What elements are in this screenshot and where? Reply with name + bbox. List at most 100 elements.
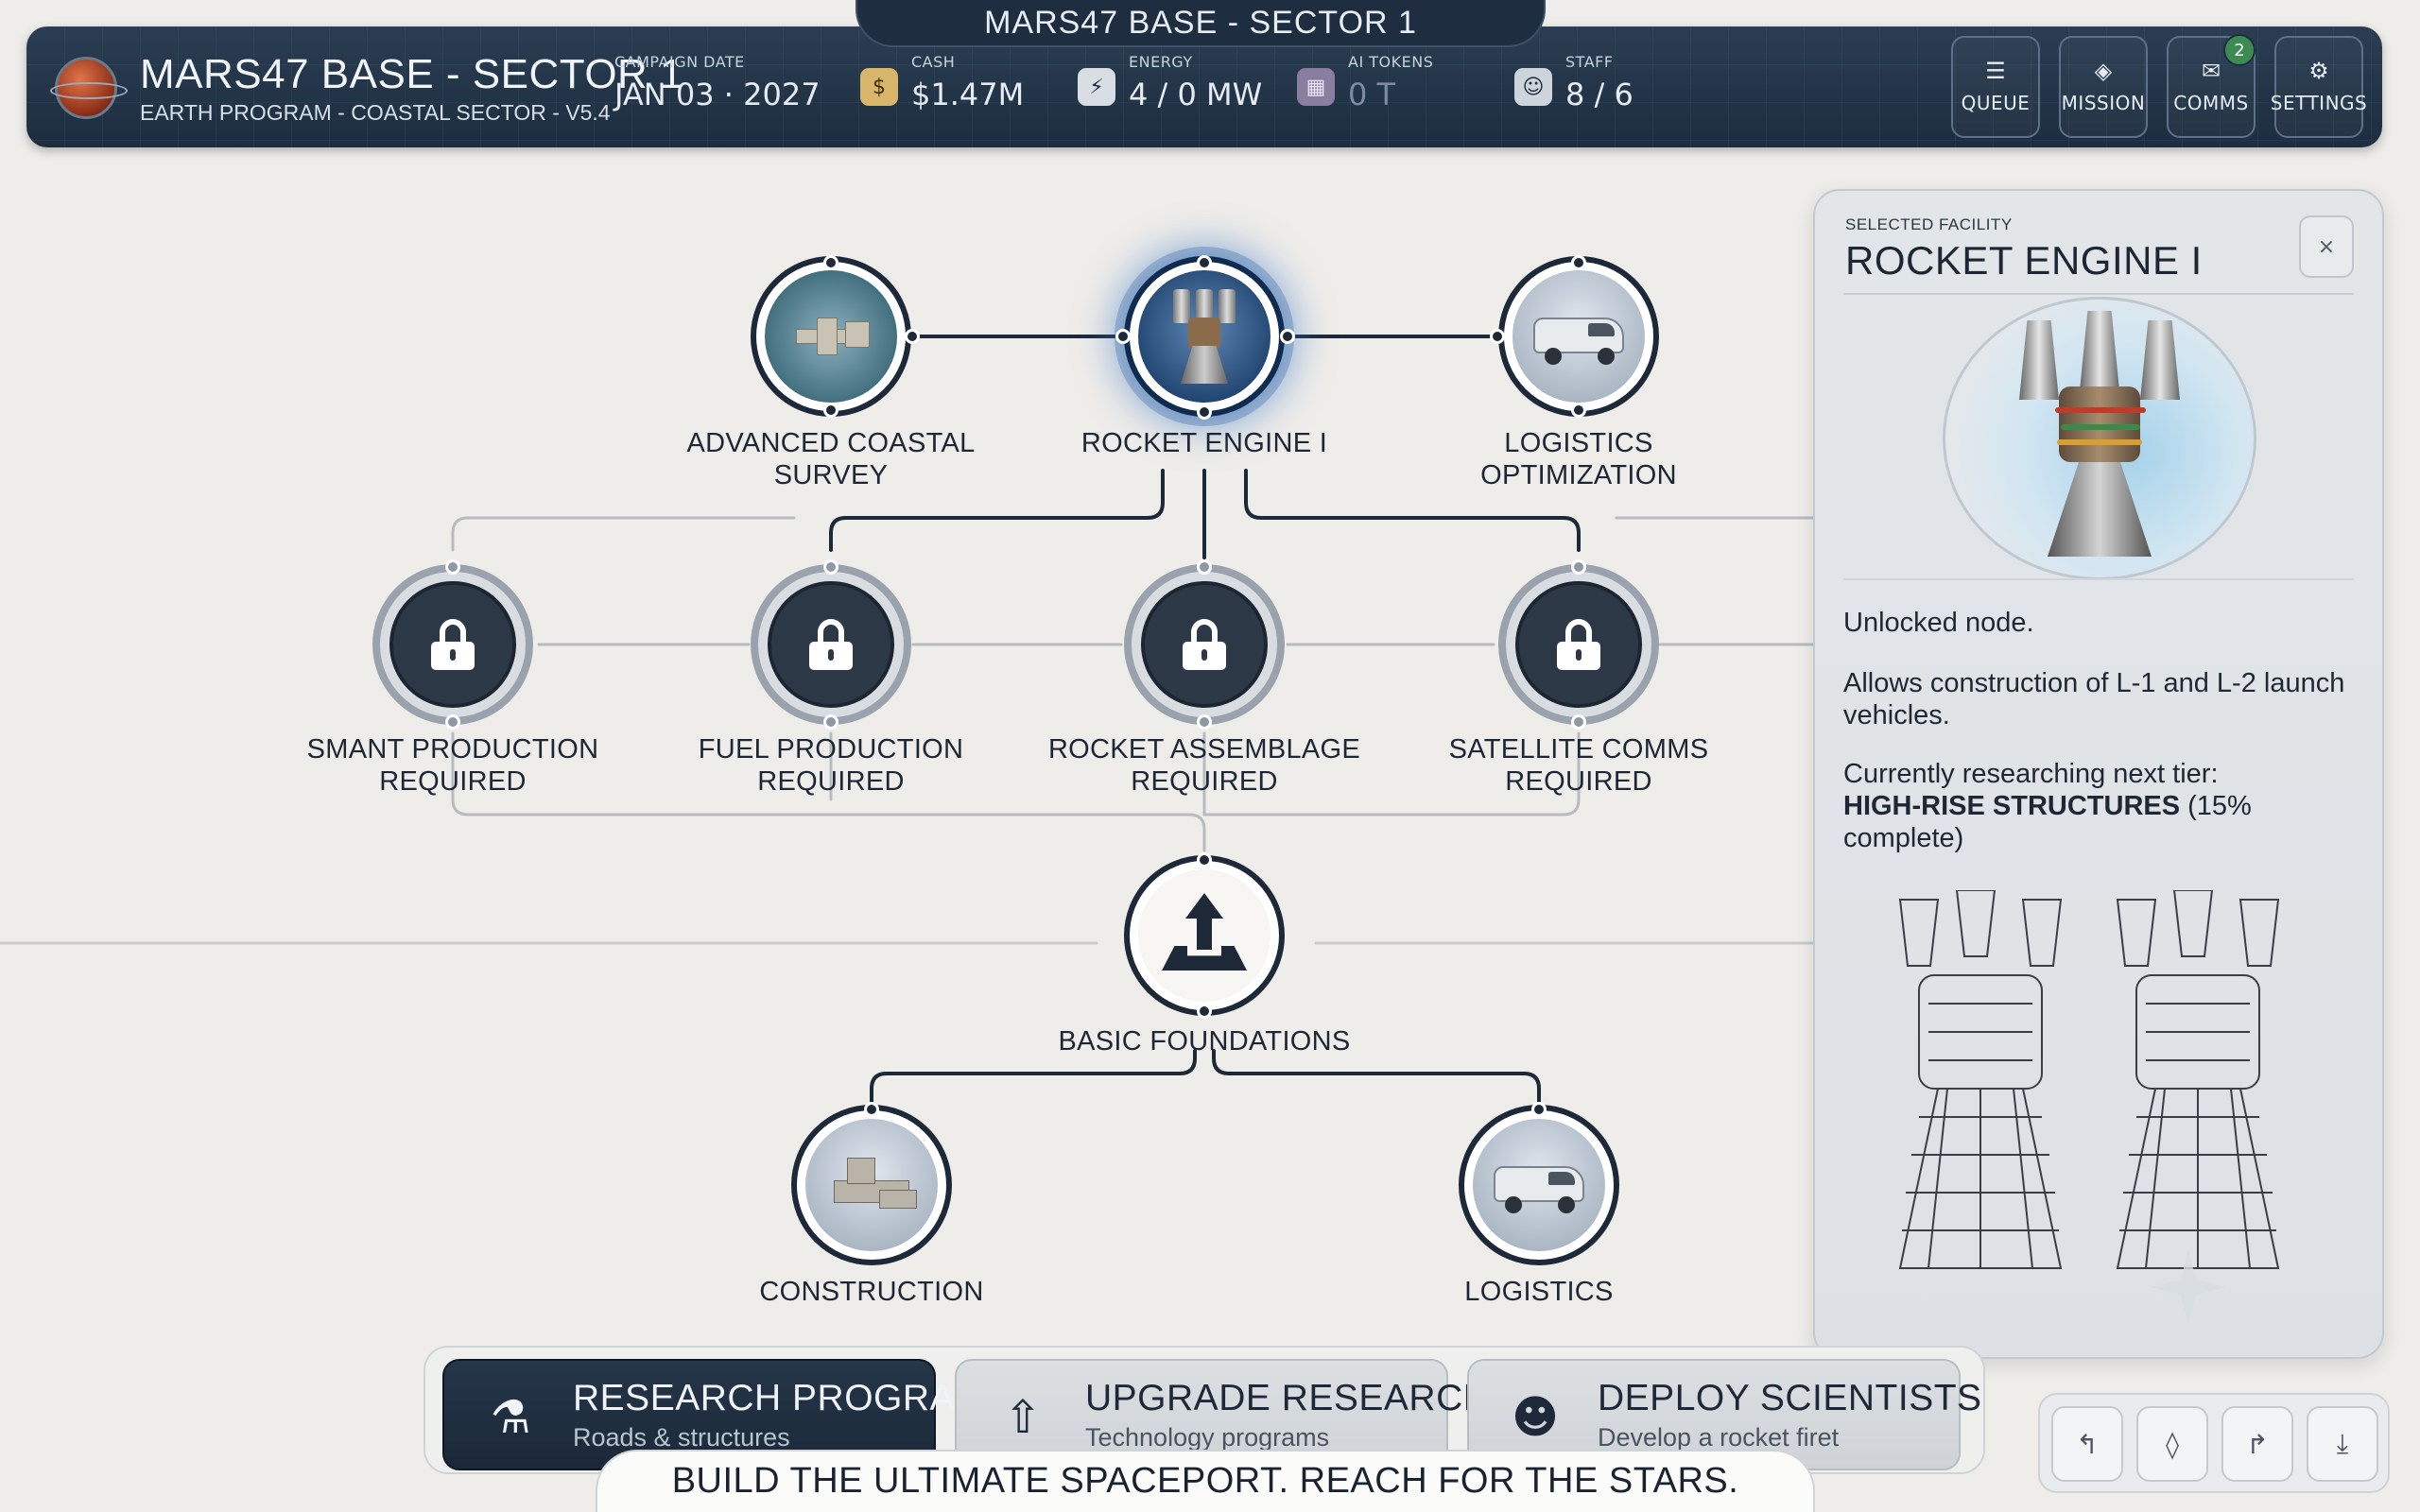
scientist-icon: ☻: [1511, 1391, 1560, 1444]
node-connector-dot: [823, 255, 838, 270]
node-label-satellite-comms: SATELLITE COMMS REQUIRED: [1449, 733, 1709, 798]
padlock-icon: [809, 619, 853, 670]
panel-status-text: Unlocked node.: [1843, 608, 2034, 638]
research-name: HIGH-RISE STRUCTURES: [1843, 791, 2181, 821]
node-label-rocket-assemblage: ROCKET ASSEMBLAGE REQUIRED: [1048, 733, 1360, 798]
node-rocket-engine-i[interactable]: [1124, 256, 1285, 417]
panel-title: ROCKET ENGINE I: [1845, 238, 2203, 283]
node-smant-production[interactable]: [372, 564, 533, 725]
cash-stat: $ CASH $1.47M: [860, 53, 1025, 112]
staff-value: 8 / 6: [1565, 77, 1634, 112]
node-label-construction: CONSTRUCTION: [759, 1277, 984, 1307]
node-label-line: ADVANCED COASTAL: [686, 428, 976, 458]
cash-value: $1.47M: [911, 77, 1025, 112]
node-logistics-optimization[interactable]: [1498, 256, 1659, 417]
dollar-icon: $: [860, 68, 898, 106]
coastal-pier-image: [765, 270, 897, 403]
staff-stat: ☺ STAFF 8 / 6: [1514, 53, 1634, 112]
cash-label: CASH: [911, 53, 956, 71]
arrow-up-icon: ⇧: [1003, 1391, 1043, 1444]
node-connector-dot: [1571, 714, 1586, 730]
padlock-icon: [1557, 619, 1600, 670]
panel-description: Allows construction of L-1 and L-2 launc…: [1843, 668, 2345, 730]
comms-button[interactable]: ✉ COMMS 2: [2167, 34, 2256, 138]
node-label-line: REQUIRED: [379, 766, 527, 797]
drop-icon[interactable]: ◊: [2136, 1406, 2208, 1482]
gear-icon: ⚙: [2308, 58, 2329, 84]
node-label-line: SMANT PRODUCTION: [306, 734, 599, 765]
mars-planet-logo-icon: [50, 57, 128, 119]
node-rocket-assemblage[interactable]: [1124, 564, 1285, 725]
node-connector-dot: [1571, 559, 1586, 575]
ai-tokens-stat: ▦ AI TOKENS 0 T: [1297, 53, 1433, 112]
node-fuel-production[interactable]: [751, 564, 911, 725]
rocket-engine-hero-image: [1943, 297, 2256, 580]
node-label-line: REQUIRED: [1131, 766, 1278, 797]
lightning-icon: ⚡: [1078, 68, 1115, 106]
panel-kicker: SELECTED FACILITY: [1845, 215, 2013, 233]
node-label-logistics-optimization: LOGISTICS OPTIMIZATION: [1480, 427, 1677, 491]
undo-icon[interactable]: ↰: [2051, 1406, 2123, 1482]
node-label-line: OPTIMIZATION: [1480, 460, 1677, 490]
node-basic-foundations[interactable]: [1124, 855, 1285, 1016]
close-icon[interactable]: ×: [2299, 215, 2354, 278]
upgrade-research-subtitle: Technology programs: [1085, 1423, 1330, 1452]
node-connector-dot: [1197, 255, 1212, 270]
research-programs-title: RESEARCH PROGRAMS: [573, 1378, 1011, 1418]
energy-label: ENERGY: [1129, 53, 1193, 71]
node-connector-dot: [864, 1102, 879, 1117]
deploy-scientists-title: DEPLOY SCIENTISTS: [1598, 1378, 1982, 1418]
node-construction[interactable]: [791, 1105, 952, 1265]
research-prefix: Currently researching next tier:: [1843, 759, 2219, 789]
deploy-scientists-subtitle: Develop a rocket firet: [1598, 1423, 1840, 1452]
campaign-date-label: CAMPAIGN DATE: [614, 53, 745, 71]
foundation-node-face: [1138, 869, 1270, 1002]
node-connector-dot: [1571, 403, 1586, 418]
node-connector-dot: [1197, 559, 1212, 575]
node-connector-dot: [1490, 329, 1505, 344]
node-label-advanced-coastal-survey: ADVANCED COASTAL SURVEY: [686, 427, 975, 491]
node-advanced-coastal-survey[interactable]: [751, 256, 911, 417]
node-connector-dot: [1197, 1004, 1212, 1019]
locked-node-face: [768, 581, 894, 708]
mission-button[interactable]: ◈ MISSION: [2059, 36, 2148, 138]
comms-unread-badge: 2: [2223, 34, 2256, 66]
queue-button[interactable]: ☰ QUEUE: [1951, 36, 2040, 138]
node-label-line: SURVEY: [773, 460, 889, 490]
energy-stat: ⚡ ENERGY 4 / 0 MW: [1078, 53, 1262, 112]
padlock-icon: [1183, 619, 1226, 670]
download-icon[interactable]: ⤓: [2307, 1406, 2378, 1482]
queue-button-label: QUEUE: [1961, 92, 2031, 114]
tagline-banner: BUILD THE ULTIMATE SPACEPORT. REACH FOR …: [596, 1450, 1815, 1512]
node-satellite-comms[interactable]: [1498, 564, 1659, 725]
settings-button[interactable]: ⚙ SETTINGS: [2271, 36, 2367, 138]
node-connector-dot: [1197, 404, 1212, 420]
redo-icon[interactable]: ↱: [2221, 1406, 2293, 1482]
node-label-line: REQUIRED: [1505, 766, 1652, 797]
tool-buttons: ↰ ◊ ↱ ⤓: [2038, 1393, 2390, 1493]
selected-facility-panel: SELECTED FACILITY ROCKET ENGINE I × Unlo…: [1813, 189, 2384, 1359]
node-label-line: LOGISTICS: [1504, 428, 1653, 458]
node-connector-dot: [1280, 329, 1295, 344]
node-connector-dot: [823, 714, 838, 730]
node-logistics[interactable]: [1459, 1105, 1619, 1265]
panel-research-status: Currently researching next tier: HIGH-RI…: [1843, 758, 2354, 854]
flask-icon: ⚗: [490, 1391, 531, 1444]
upgrade-research-title: UPGRADE RESEARCH: [1085, 1378, 1491, 1418]
mail-icon: ✉: [2201, 58, 2221, 84]
wireframe-engine-image: [1891, 889, 2070, 1278]
van-image: [1473, 1119, 1605, 1251]
people-icon: ☺: [1514, 68, 1552, 106]
node-connector-dot: [445, 559, 460, 575]
node-connector-dot: [1531, 1102, 1547, 1117]
node-label-line: FUEL PRODUCTION: [698, 734, 964, 765]
node-label-fuel-production: FUEL PRODUCTION REQUIRED: [699, 733, 964, 798]
node-connector-dot: [823, 403, 838, 418]
node-label-smant-production: SMANT PRODUCTION REQUIRED: [307, 733, 599, 798]
comms-button-label: COMMS: [2173, 92, 2249, 114]
factory-image: [805, 1119, 938, 1251]
node-connector-dot: [1197, 714, 1212, 730]
node-connector-dot: [1197, 852, 1212, 868]
research-programs-subtitle: Roads & structures: [573, 1423, 790, 1452]
node-label-logistics: LOGISTICS: [1464, 1277, 1614, 1307]
